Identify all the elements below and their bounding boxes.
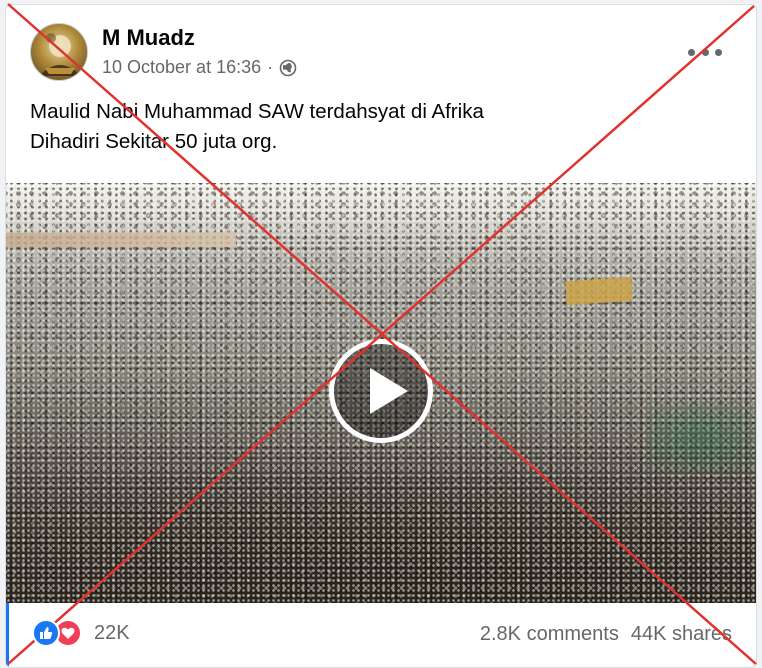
post-text: Maulid Nabi Muhammad SAW terdahsyat di A… (30, 97, 730, 157)
play-button[interactable] (329, 339, 433, 443)
more-dot-icon (688, 48, 695, 56)
reactions-summary[interactable]: 22K (32, 619, 130, 647)
left-accent-bar (6, 603, 9, 667)
author-name[interactable]: M Muadz (102, 25, 195, 51)
more-dot-icon (715, 48, 722, 56)
post-meta: 10 October at 16:36 · (102, 57, 297, 78)
crowd-patch (646, 403, 756, 473)
comments-count-link[interactable]: 2.8K comments (480, 623, 619, 646)
like-icon (32, 619, 60, 647)
facebook-post-card: M Muadz 10 October at 16:36 · Maulid Nab… (5, 4, 757, 668)
stadium-strip (6, 233, 236, 247)
shares-count-link[interactable]: 44K shares (631, 623, 732, 646)
more-dot-icon (701, 48, 709, 56)
video-player[interactable] (6, 183, 756, 603)
play-icon (370, 368, 408, 414)
post-text-line: Maulid Nabi Muhammad SAW terdahsyat di A… (30, 100, 484, 123)
more-options-button[interactable] (688, 41, 722, 63)
engagement-counts: 2.8K comments 44K shares (480, 623, 732, 646)
post-timestamp[interactable]: 10 October at 16:36 (102, 57, 261, 78)
reaction-count: 22K (94, 621, 130, 644)
crowd-banner (565, 276, 633, 306)
avatar[interactable] (30, 23, 88, 81)
avatar-image (39, 33, 81, 76)
globe-icon (279, 59, 297, 77)
post-text-line: Dihadiri Sekitar 50 juta org. (30, 130, 278, 153)
meta-separator: · (267, 57, 274, 77)
